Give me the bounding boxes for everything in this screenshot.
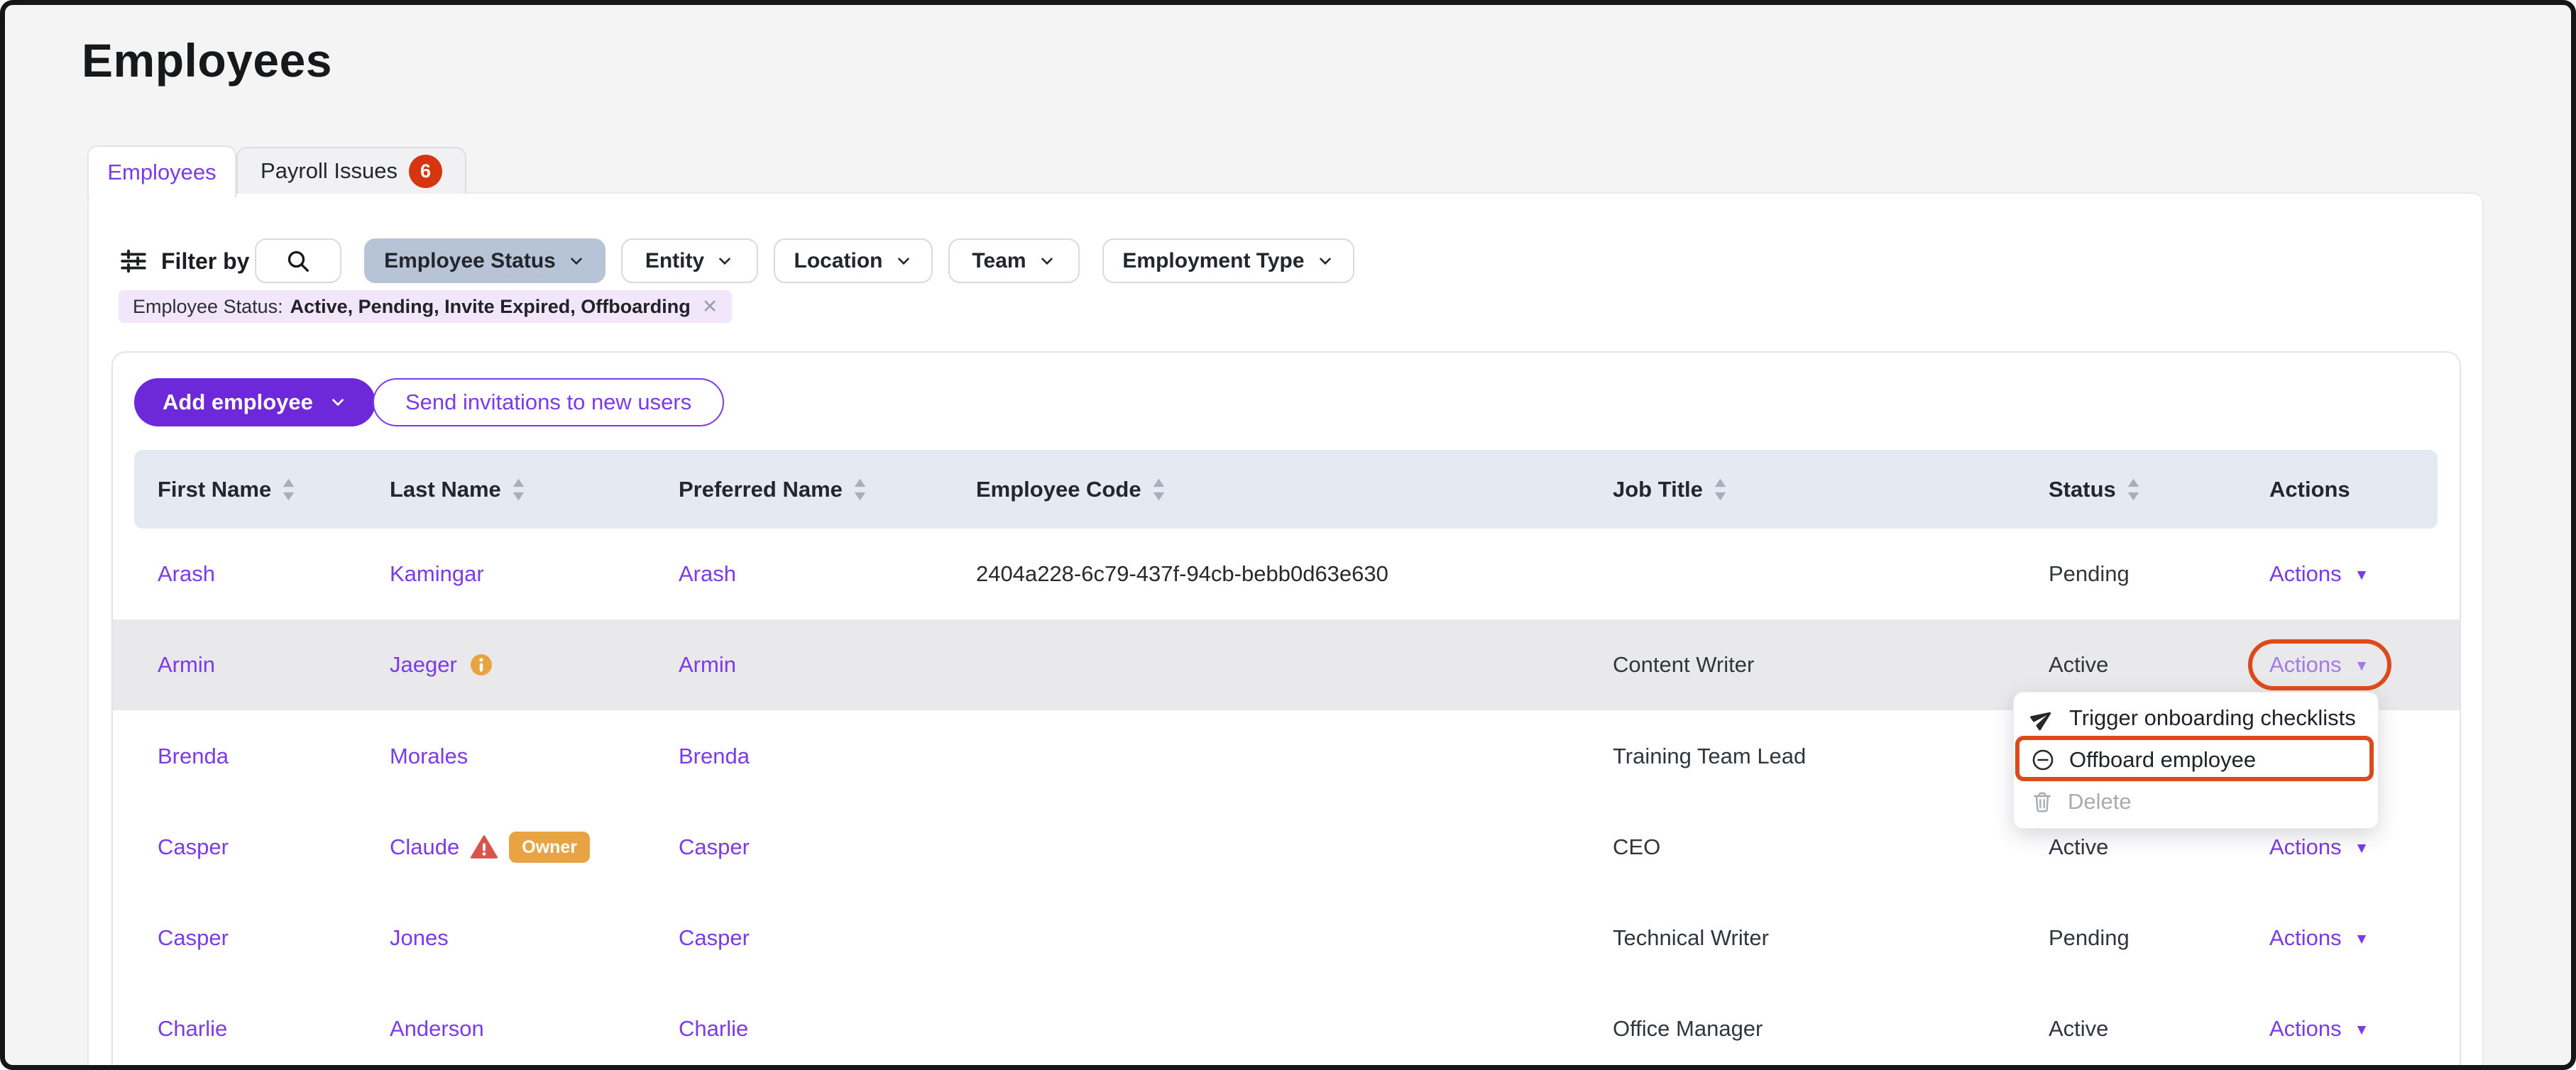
job-title: CEO — [1613, 802, 1660, 893]
last-name-link[interactable]: Anderson — [390, 983, 484, 1065]
first-name-link[interactable]: Brenda — [158, 711, 229, 802]
caret-down-icon: ▼ — [2355, 931, 2369, 948]
filter-employee-status[interactable]: Employee Status — [364, 238, 605, 283]
first-name-link[interactable]: Charlie — [158, 983, 227, 1065]
menu-item-offboard-employee[interactable]: Offboard employee — [2014, 739, 2378, 781]
tab-employees[interactable]: Employees — [87, 145, 236, 198]
first-name-link[interactable]: Casper — [158, 802, 229, 893]
caret-down-icon: ▼ — [2355, 567, 2369, 584]
employee-code: 2404a228-6c79-437f-94cb-bebb0d63e630 — [976, 529, 1388, 619]
send-icon — [2031, 706, 2055, 730]
column-employee-code[interactable]: Employee Code — [976, 450, 1166, 529]
active-filter-chip: Employee Status: Active, Pending, Invite… — [119, 290, 732, 323]
app-window: Employees Employees Payroll Issues 6 Fil… — [0, 0, 2576, 1070]
chevron-down-icon — [1038, 252, 1056, 270]
column-status[interactable]: Status — [2049, 450, 2141, 529]
last-name-link[interactable]: Claude Owner — [390, 802, 590, 893]
column-preferred-name[interactable]: Preferred Name — [679, 450, 867, 529]
last-name-link[interactable]: Jones — [390, 893, 449, 983]
warning-icon — [471, 834, 498, 861]
status: Pending — [2049, 529, 2130, 619]
preferred-name-link[interactable]: Casper — [679, 802, 750, 893]
first-name-link[interactable]: Arash — [158, 529, 215, 619]
employees-table-card: Add employee Send invitations to new use… — [111, 351, 2461, 1065]
table-header: First Name Last Name Preferred Name Empl… — [134, 450, 2438, 529]
tab-payroll-issues[interactable]: Payroll Issues 6 — [236, 147, 466, 194]
filter-location[interactable]: Location — [774, 238, 933, 283]
chip-dismiss-icon[interactable]: ✕ — [702, 296, 718, 318]
sort-icon — [1713, 477, 1728, 502]
payroll-issues-count-badge: 6 — [409, 155, 442, 188]
page-title: Employees — [82, 33, 332, 87]
send-invitations-button[interactable]: Send invitations to new users — [373, 378, 724, 426]
row-actions-button[interactable]: Actions ▼ — [2269, 983, 2369, 1065]
last-name-link[interactable]: Kamingar — [390, 529, 484, 619]
table-row: Arash Kamingar Arash 2404a228-6c79-437f-… — [113, 529, 2460, 619]
job-title: Technical Writer — [1613, 893, 1769, 983]
preferred-name-link[interactable]: Casper — [679, 893, 750, 983]
chevron-down-icon — [567, 252, 586, 270]
search-icon — [284, 247, 312, 275]
trash-icon — [2031, 790, 2054, 813]
chevron-down-icon — [1316, 252, 1334, 270]
row-actions-button[interactable]: Actions ▼ — [2269, 893, 2369, 983]
sort-icon — [853, 477, 867, 502]
column-last-name[interactable]: Last Name — [390, 450, 526, 529]
row-actions-button[interactable]: Actions ▼ — [2269, 529, 2369, 619]
status: Active — [2049, 983, 2108, 1065]
preferred-name-link[interactable]: Brenda — [679, 711, 750, 802]
circle-minus-icon — [2031, 748, 2055, 772]
chevron-down-icon — [894, 252, 913, 270]
preferred-name-link[interactable]: Charlie — [679, 983, 748, 1065]
preferred-name-link[interactable]: Armin — [679, 619, 736, 710]
job-title: Office Manager — [1613, 983, 1763, 1065]
tab-payroll-issues-label: Payroll Issues — [261, 158, 398, 184]
info-icon — [468, 652, 494, 678]
job-title: Content Writer — [1613, 619, 1754, 710]
menu-item-delete[interactable]: Delete — [2014, 781, 2378, 822]
status: Pending — [2049, 893, 2130, 983]
add-employee-button[interactable]: Add employee — [134, 378, 376, 426]
tab-employees-label: Employees — [107, 160, 216, 185]
filter-entity[interactable]: Entity — [621, 238, 758, 283]
last-name-link[interactable]: Jaeger — [390, 619, 494, 710]
filter-team[interactable]: Team — [948, 238, 1080, 283]
chevron-down-icon — [716, 252, 734, 270]
sort-icon — [281, 477, 296, 502]
caret-down-icon: ▼ — [2355, 658, 2369, 675]
owner-badge: Owner — [509, 832, 590, 863]
caret-down-icon: ▼ — [2355, 1022, 2369, 1039]
first-name-link[interactable]: Armin — [158, 619, 215, 710]
caret-down-icon: ▼ — [2355, 840, 2369, 857]
table-row: Casper Jones Casper Technical Writer Pen… — [113, 893, 2460, 983]
sliders-icon — [119, 246, 148, 276]
job-title: Training Team Lead — [1613, 711, 1806, 802]
column-first-name[interactable]: First Name — [158, 450, 296, 529]
column-job-title[interactable]: Job Title — [1613, 450, 1728, 529]
table-row: Charlie Anderson Charlie Office Manager … — [113, 983, 2460, 1065]
column-actions: Actions — [2269, 450, 2350, 529]
sort-icon — [1151, 477, 1166, 502]
sort-icon — [2126, 477, 2141, 502]
filter-employment-type[interactable]: Employment Type — [1102, 238, 1354, 283]
menu-item-trigger-onboarding-checklists[interactable]: Trigger onboarding checklists — [2014, 697, 2378, 739]
first-name-link[interactable]: Casper — [158, 893, 229, 983]
chevron-down-icon — [329, 393, 347, 412]
actions-dropdown-menu: Trigger onboarding checklists Offboard e… — [2013, 692, 2379, 829]
filter-by-label: Filter by — [119, 243, 249, 279]
last-name-link[interactable]: Morales — [390, 711, 468, 802]
preferred-name-link[interactable]: Arash — [679, 529, 736, 619]
sort-icon — [511, 477, 526, 502]
search-button[interactable] — [255, 238, 341, 283]
